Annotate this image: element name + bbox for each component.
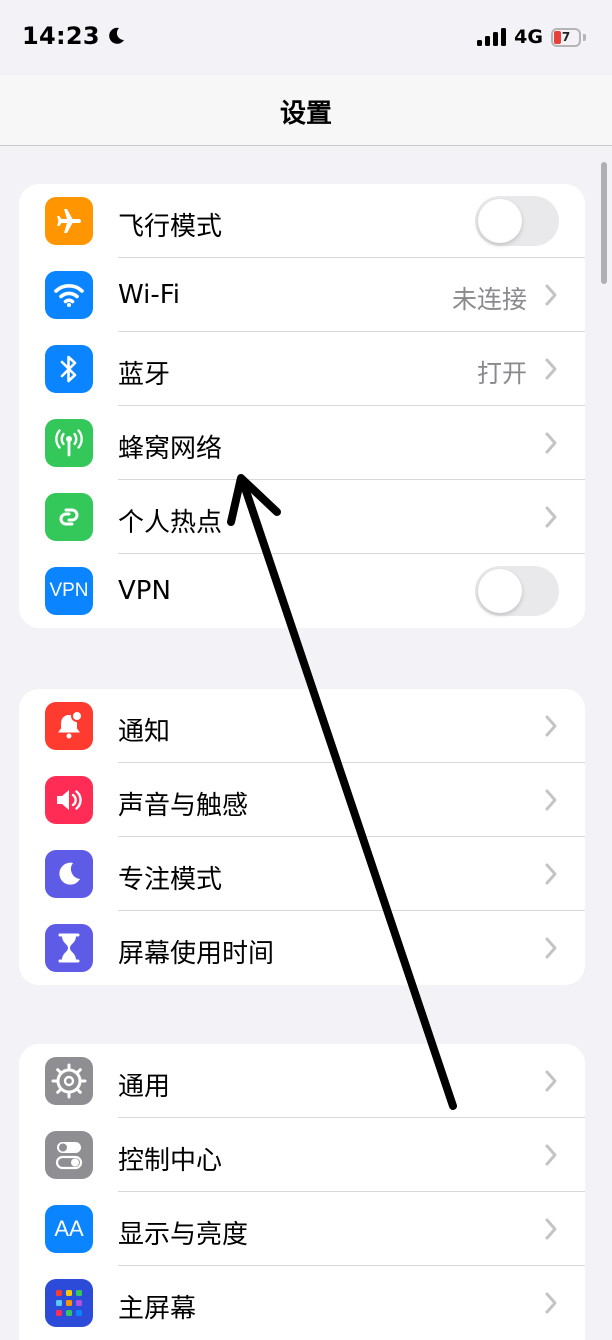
row-label: 专注模式 <box>118 865 223 895</box>
chevron-right-icon <box>541 786 561 814</box>
battery-cap <box>583 33 586 41</box>
chevron-right-icon <box>541 355 561 383</box>
row-label: 显示与亮度 <box>118 1220 249 1250</box>
chevron-right-icon <box>541 281 561 309</box>
chevron-right-icon <box>541 429 561 457</box>
chevron-right-icon <box>541 503 561 531</box>
settings-row-2-3[interactable]: 主屏幕 <box>19 1266 585 1340</box>
wifi-icon <box>45 271 93 319</box>
settings-row-0-0[interactable]: 飞行模式 <box>19 184 585 258</box>
row-label: 声音与触感 <box>118 791 249 821</box>
row-label: 通知 <box>118 717 171 747</box>
settings-row-0-2[interactable]: 蓝牙 打开 <box>19 332 585 406</box>
vpn-icon: VPN <box>45 567 93 615</box>
icon-text: VPN <box>49 580 89 601</box>
toggle-switch[interactable] <box>475 196 559 246</box>
row-value: 未连接 <box>451 285 527 314</box>
chevron-right-icon <box>541 1215 561 1243</box>
settings-row-0-4[interactable]: 个人热点 <box>19 480 585 554</box>
status-bar: 14:23 4G 7 <box>0 0 612 75</box>
cellular-icon <box>45 419 93 467</box>
status-indicators: 4G 7 <box>477 26 586 48</box>
settings-group-connectivity: 飞行模式 Wi-Fi 未连接蓝牙 打开蜂窝网络个人热点 VPN VPN <box>19 184 585 628</box>
notification-icon <box>45 702 93 750</box>
row-label: 主屏幕 <box>118 1294 197 1324</box>
bluetooth-icon <box>45 345 93 393</box>
gear-icon <box>45 1057 93 1105</box>
scroll-indicator[interactable] <box>601 162 607 284</box>
settings-row-0-1[interactable]: Wi-Fi 未连接 <box>19 258 585 332</box>
row-label: 飞行模式 <box>118 212 223 242</box>
settings-group-notifications: 通知声音与触感专注模式屏幕使用时间 <box>19 689 585 985</box>
settings-row-2-1[interactable]: 控制中心 <box>19 1118 585 1192</box>
airplane-icon <box>45 197 93 245</box>
row-label: 通用 <box>118 1072 171 1102</box>
battery-level: 7 <box>561 30 571 44</box>
chevron-right-icon <box>541 1289 561 1317</box>
navigation-bar: 设置 <box>0 75 612 146</box>
page-title: 设置 <box>279 99 332 129</box>
settings-row-1-1[interactable]: 声音与触感 <box>19 763 585 837</box>
settings-row-1-3[interactable]: 屏幕使用时间 <box>19 911 585 985</box>
signal-icon <box>477 28 507 46</box>
row-label: Wi-Fi <box>118 280 181 310</box>
home-screen-icon <box>45 1279 93 1327</box>
hotspot-icon <box>45 493 93 541</box>
settings-row-1-0[interactable]: 通知 <box>19 689 585 763</box>
settings-row-0-3[interactable]: 蜂窝网络 <box>19 406 585 480</box>
clock-text: 14:23 <box>22 22 100 50</box>
toggle-switch[interactable] <box>475 566 559 616</box>
chevron-right-icon <box>541 712 561 740</box>
row-label: 蜂窝网络 <box>118 434 223 464</box>
chevron-right-icon <box>541 1067 561 1095</box>
settings-row-1-2[interactable]: 专注模式 <box>19 837 585 911</box>
settings-row-2-2[interactable]: AA 显示与亮度 <box>19 1192 585 1266</box>
network-type: 4G <box>514 26 543 48</box>
toggle-knob <box>478 569 522 613</box>
battery-icon: 7 <box>551 27 581 47</box>
sound-icon <box>45 776 93 824</box>
row-label: 控制中心 <box>118 1146 223 1176</box>
row-label: VPN <box>118 576 171 606</box>
icon-text: AA <box>54 1216 84 1241</box>
row-label: 蓝牙 <box>118 360 171 390</box>
control-center-icon <box>45 1131 93 1179</box>
chevron-right-icon <box>541 934 561 962</box>
moon-icon <box>45 850 93 898</box>
chevron-right-icon <box>541 860 561 888</box>
settings-row-2-0[interactable]: 通用 <box>19 1044 585 1118</box>
toggle-knob <box>478 199 522 243</box>
status-time: 14:23 <box>22 22 126 50</box>
row-label: 屏幕使用时间 <box>118 939 275 969</box>
hourglass-icon <box>45 924 93 972</box>
display-icon: AA <box>45 1205 93 1253</box>
settings-group-general: 通用控制中心 AA 显示与亮度主屏幕 <box>19 1044 585 1340</box>
row-label: 个人热点 <box>118 508 223 538</box>
chevron-right-icon <box>541 1141 561 1169</box>
row-value: 打开 <box>476 359 527 388</box>
settings-row-0-5[interactable]: VPN VPN <box>19 554 585 628</box>
moon-status-icon <box>109 27 124 44</box>
